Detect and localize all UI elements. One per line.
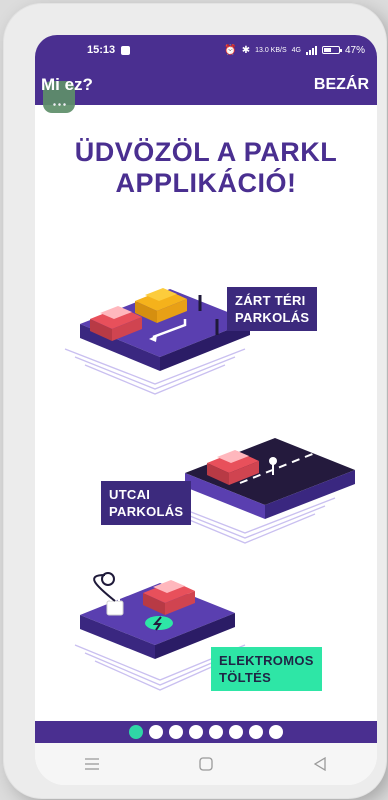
- home-icon[interactable]: [186, 749, 226, 779]
- page-dot[interactable]: [209, 725, 223, 739]
- page-dot[interactable]: [169, 725, 183, 739]
- phone-screen: 15:13 ⏰ ✱ 13.0 KB/S 4G 47% Mi ez? BEZÁR …: [35, 35, 377, 785]
- more-dots-icon: [52, 103, 66, 106]
- app-bar: Mi ez? BEZÁR: [35, 65, 377, 105]
- back-icon[interactable]: [300, 749, 340, 779]
- battery-percent: 47%: [344, 44, 365, 56]
- feature-street-parking: UTCAI PARKOLÁS: [35, 403, 377, 553]
- net-type: 4G: [291, 46, 301, 54]
- page-dot[interactable]: [249, 725, 263, 739]
- notification-icon: [121, 45, 131, 55]
- feature-label-line2: PARKOLÁS: [235, 310, 310, 325]
- page-dot[interactable]: [269, 725, 283, 739]
- page-dot[interactable]: [229, 725, 243, 739]
- page-title: Mi ez?: [41, 75, 93, 94]
- feature-label-line1: ELEKTROMOS: [219, 653, 314, 668]
- feature-label: ELEKTROMOS TÖLTÉS: [211, 647, 322, 691]
- signal-icon: [305, 45, 317, 55]
- status-bar: 15:13 ⏰ ✱ 13.0 KB/S 4G 47%: [35, 35, 377, 65]
- phone-frame: 15:13 ⏰ ✱ 13.0 KB/S 4G 47% Mi ez? BEZÁR …: [4, 4, 386, 798]
- feature-label-line1: UTCAI: [109, 487, 151, 502]
- street-parking-illustration: [154, 438, 355, 544]
- welcome-heading: ÜDVÖZÖL A PARKL APPLIKÁCIÓ!: [35, 137, 377, 199]
- welcome-heading-line2: APPLIKÁCIÓ!: [115, 168, 297, 198]
- page-indicator: [35, 721, 377, 743]
- feature-ev-charging: ELEKTROMOS TÖLTÉS: [35, 545, 377, 715]
- garage-parking-illustration: [64, 281, 250, 395]
- ev-charging-illustration: [74, 572, 246, 691]
- page-dot[interactable]: [189, 725, 203, 739]
- page-dot[interactable]: [129, 725, 143, 739]
- feature-label: UTCAI PARKOLÁS: [101, 481, 192, 525]
- alarm-icon: ⏰: [224, 44, 237, 56]
- bluetooth-icon: ✱: [241, 44, 251, 56]
- net-speed: 13.0 KB/S: [255, 46, 287, 54]
- page-dot[interactable]: [149, 725, 163, 739]
- status-time: 15:13: [87, 44, 116, 56]
- close-button[interactable]: BEZÁR: [314, 76, 369, 94]
- feature-label-line1: ZÁRT TÉRI: [235, 293, 306, 308]
- system-nav-bar: [35, 743, 377, 785]
- battery-icon: [321, 46, 342, 54]
- feature-label-line2: TÖLTÉS: [219, 670, 272, 685]
- feature-label: ZÁRT TÉRI PARKOLÁS: [227, 287, 318, 331]
- charging-pad-icon: [145, 616, 173, 631]
- feature-label-line2: PARKOLÁS: [109, 504, 184, 519]
- feature-garage-parking: ZÁRT TÉRI PARKOLÁS: [35, 249, 377, 409]
- menu-icon[interactable]: [72, 749, 112, 779]
- welcome-heading-line1: ÜDVÖZÖL A PARKL: [74, 137, 338, 167]
